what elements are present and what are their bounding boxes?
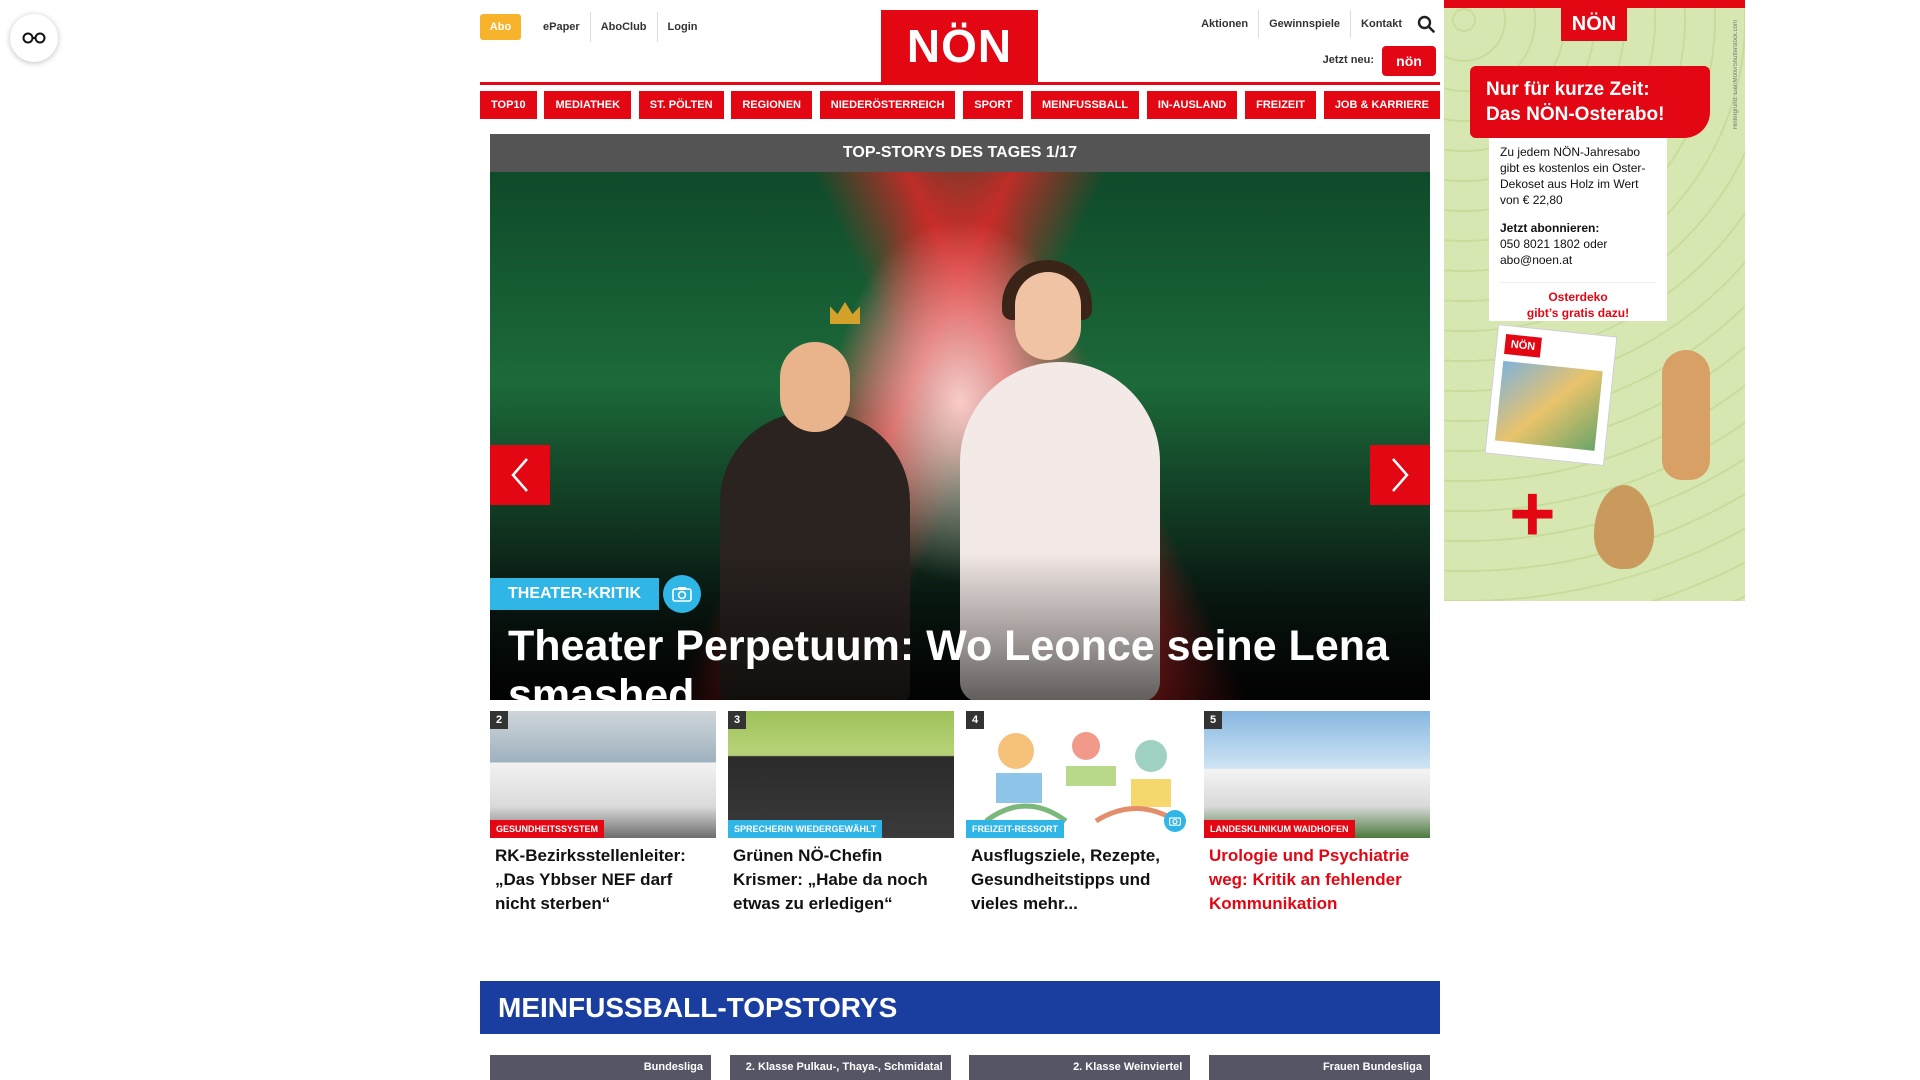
top-stories-slider: TOP-STORYS DES TAGES 1/17 THEATER-KRITIK… (490, 134, 1430, 700)
teaser-row: 2 GESUNDHEITSSYSTEM RK-Bezirksstellenlei… (490, 711, 1430, 921)
ad-headline: Nur für kurze Zeit: Das NÖN-Osterabo! (1470, 66, 1710, 138)
ad-plus-sign: + (1509, 469, 1556, 558)
chevron-left-icon (511, 458, 528, 492)
section-cards: Bundesliga 2. Klasse Pulkau-, Thaya-, Sc… (490, 1055, 1430, 1080)
ad-headline-line2: Das NÖN-Osterabo! (1486, 104, 1665, 125)
nav-item-meinfussball[interactable]: MEINFUSSBALL (1030, 91, 1140, 119)
ad-egg-image (1594, 485, 1654, 569)
advertisement-banner[interactable]: NÖN Hintergrund: Eier/Motiv/Shutterstock… (1444, 0, 1745, 601)
section-card[interactable]: Bundesliga (490, 1055, 711, 1080)
section-card[interactable]: Frauen Bundesliga (1208, 1055, 1430, 1080)
camera-icon (663, 575, 701, 613)
teaser-tag: FREIZEIT-RESSORT (966, 820, 1065, 838)
teaser-image[interactable]: 3 SPRECHERIN WIEDERGEWÄHLT (728, 711, 954, 838)
illustration-graphic (984, 732, 1178, 824)
epaper-link[interactable]: ePaper (533, 12, 591, 42)
teaser-title[interactable]: Grünen NÖ-Chefin Krismer: „Habe da noch … (728, 844, 954, 916)
glasses-icon (22, 32, 46, 44)
card-category: Bundesliga (643, 1061, 703, 1073)
hero-headline[interactable]: Theater Perpetuum: Wo Leonce seine Lena … (508, 622, 1408, 700)
site-header: Abo ePaper AboClub Login NÖN Aktionen Ge… (480, 0, 1440, 82)
teaser-card[interactable]: 5 LANDESKLINIKUM WAIDHOFEN Urologie und … (1204, 711, 1430, 921)
chevron-right-icon (1392, 458, 1409, 492)
ad-credit: Hintergrund: Eier/Motiv/Shutterstock.com (1733, 20, 1739, 130)
teaser-number: 4 (966, 711, 984, 729)
ad-cta-title: Jetzt abonnieren: (1500, 221, 1600, 235)
ad-bunny-image (1662, 350, 1710, 480)
ad-logo: NÖN (1561, 8, 1627, 41)
slider-header: TOP-STORYS DES TAGES 1/17 (490, 134, 1430, 172)
teaser-image[interactable]: 2 GESUNDHEITSSYSTEM (490, 711, 716, 838)
ad-cta-email: abo@noen.at (1500, 253, 1573, 267)
nav-item-niederoesterreich[interactable]: NIEDERÖSTERREICH (819, 91, 956, 119)
card-category: Frauen Bundesliga (1322, 1061, 1422, 1073)
header-divider (480, 82, 1440, 85)
nav-item-in-ausland[interactable]: IN-AUSLAND (1146, 91, 1238, 119)
nav-item-freizeit[interactable]: FREIZEIT (1245, 91, 1317, 119)
teaser-title[interactable]: Urologie und Psychiatrie weg: Kritik an … (1204, 844, 1430, 916)
abo-button[interactable]: Abo (480, 14, 521, 40)
teaser-image[interactable]: 4 FREIZEIT-RESSORT (966, 711, 1192, 838)
teaser-card[interactable]: 2 GESUNDHEITSSYSTEM RK-Bezirksstellenlei… (490, 711, 716, 921)
aktionen-link[interactable]: Aktionen (1191, 10, 1260, 38)
teaser-title[interactable]: Ausflugsziele, Rezepte, Gesundheitstipps… (966, 844, 1192, 916)
section-card[interactable]: 2. Klasse Pulkau-, Thaya-, Schmidatal (729, 1055, 951, 1080)
teaser-number: 5 (1204, 711, 1222, 729)
search-icon[interactable] (1412, 10, 1440, 38)
ad-promo-line1: Osterdeko (1548, 290, 1608, 304)
teaser-number: 2 (490, 711, 508, 729)
teaser-tag: SPRECHERIN WIEDERGEWÄHLT (728, 820, 883, 838)
ad-top-bar (1444, 0, 1745, 8)
camera-icon (1164, 810, 1186, 832)
kontakt-link[interactable]: Kontakt (1351, 10, 1412, 38)
section-card[interactable]: 2. Klasse Weinviertel (969, 1055, 1191, 1080)
actress-head (1015, 272, 1081, 360)
gewinnspiele-link[interactable]: Gewinnspiele (1259, 10, 1352, 38)
nav-item-regionen[interactable]: REGIONEN (731, 91, 813, 119)
teaser-image[interactable]: 5 LANDESKLINIKUM WAIDHOFEN (1204, 711, 1430, 838)
login-link[interactable]: Login (658, 12, 708, 42)
site-logo[interactable]: NÖN (881, 10, 1038, 82)
nav-item-sport[interactable]: SPORT (963, 91, 1024, 119)
actor-head (780, 342, 850, 432)
top-links: ePaper AboClub Login (533, 12, 707, 42)
ad-text-box: Zu jedem NÖN-Jahresabo gibt es kostenlos… (1489, 138, 1667, 321)
ad-body: Zu jedem NÖN-Jahresabo gibt es kostenlos… (1500, 145, 1646, 207)
nav-item-job-karriere[interactable]: JOB & KARRIERE (1323, 91, 1440, 119)
new-product-logo[interactable]: nön (1382, 46, 1436, 76)
reader-mode-button[interactable] (10, 14, 58, 62)
slider-next-button[interactable] (1370, 445, 1430, 505)
nav-item-top10[interactable]: TOP10 (480, 91, 537, 119)
jetzt-neu-label: Jetzt neu: (1322, 54, 1374, 66)
hero-image[interactable]: THEATER-KRITIK Theater Perpetuum: Wo Leo… (490, 172, 1430, 700)
aboclub-link[interactable]: AboClub (591, 12, 658, 42)
service-links: Aktionen Gewinnspiele Kontakt (1191, 10, 1440, 38)
ad-headline-line1: Nur für kurze Zeit: (1486, 79, 1650, 100)
hero-kicker[interactable]: THEATER-KRITIK (490, 578, 660, 610)
ad-magazine-logo: NÖN (1504, 333, 1542, 358)
teaser-tag: GESUNDHEITSSYSTEM (490, 820, 605, 838)
crown-prop (830, 302, 860, 324)
nav-item-mediathek[interactable]: MEDIATHEK (544, 91, 632, 119)
card-category: 2. Klasse Weinviertel (1073, 1061, 1183, 1073)
teaser-number: 3 (728, 711, 746, 729)
ad-cta-phone: 050 8021 1802 oder (1500, 237, 1608, 251)
ad-magazine-image: NÖN (1484, 324, 1618, 466)
teaser-card[interactable]: 3 SPRECHERIN WIEDERGEWÄHLT Grünen NÖ-Che… (728, 711, 954, 921)
card-category: 2. Klasse Pulkau-, Thaya-, Schmidatal (745, 1061, 943, 1073)
ad-promo-line2: gibt’s gratis dazu! (1526, 306, 1630, 320)
teaser-title[interactable]: RK-Bezirksstellenleiter: „Das Ybbser NEF… (490, 844, 716, 916)
slider-prev-button[interactable] (490, 445, 550, 505)
teaser-tag: LANDESKLINIKUM WAIDHOFEN (1204, 820, 1355, 838)
ad-promo: Osterdeko gibt’s gratis dazu! (1500, 282, 1656, 321)
nav-item-st-poelten[interactable]: ST. PÖLTEN (638, 91, 724, 119)
main-navigation: TOP10 MEDIATHEK ST. PÖLTEN REGIONEN NIED… (480, 91, 1440, 119)
teaser-card[interactable]: 4 FREIZEIT-RESSORT Ausflugsziele, Rezept… (966, 711, 1192, 921)
section-title[interactable]: MEINFUSSBALL-TOPSTORYS (480, 981, 1440, 1034)
